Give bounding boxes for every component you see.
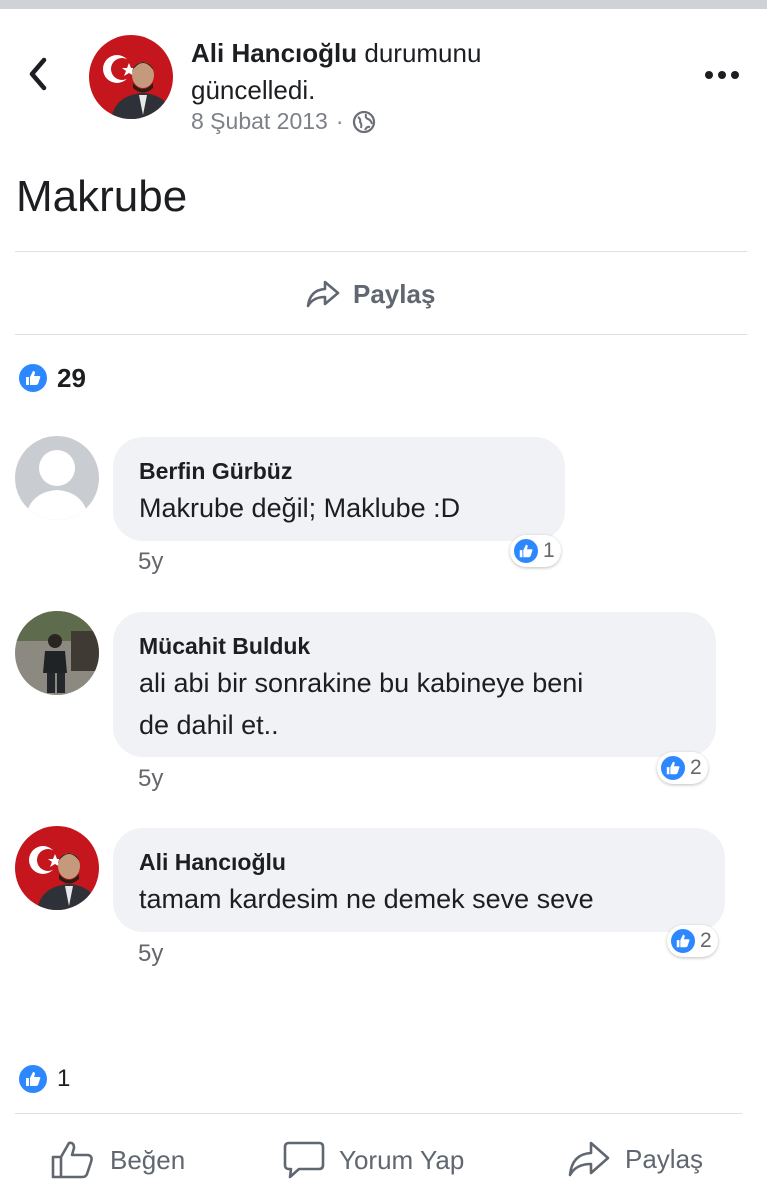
comment-reaction-count: 1 (543, 539, 555, 562)
action-bar: Beğen Yorum Yap Paylaş (0, 1130, 767, 1194)
globe-icon (352, 110, 375, 133)
share-arrow-icon (306, 280, 340, 308)
divider (15, 334, 747, 335)
commenter-avatar[interactable] (15, 826, 99, 910)
divider (15, 251, 747, 252)
post-like-summary[interactable]: 29 (17, 362, 86, 394)
comment-label: Yorum Yap (339, 1144, 465, 1175)
comment-reactions[interactable]: 1 (510, 535, 561, 567)
like-thumb-icon (17, 362, 49, 394)
post-share-label: Paylaş (353, 278, 436, 309)
back-button[interactable] (20, 52, 56, 96)
like-button[interactable]: Beğen (50, 1140, 185, 1180)
like-thumb-icon (51, 1141, 93, 1179)
post-like-count: 29 (57, 362, 86, 393)
share-arrow-icon (568, 1141, 610, 1177)
comment-reaction-count: 2 (690, 756, 702, 779)
comment-time[interactable]: 5y (138, 940, 163, 968)
like-label: Beğen (110, 1144, 186, 1175)
share-button[interactable]: Paylaş (567, 1140, 703, 1178)
divider (15, 1113, 742, 1114)
comment-button[interactable]: Yorum Yap (283, 1140, 464, 1180)
meta-separator: · (335, 108, 344, 134)
like-thumb-icon (512, 537, 540, 565)
comment-author[interactable]: Mücahit Bulduk (139, 630, 690, 662)
share-label: Paylaş (625, 1143, 704, 1174)
like-thumb-icon (659, 754, 687, 782)
more-dots-icon (705, 71, 739, 79)
footer-like-summary[interactable]: 1 (17, 1063, 70, 1095)
post-share-button[interactable]: Paylaş (305, 272, 435, 316)
footer-like-count: 1 (57, 1065, 71, 1092)
status-bar-strip (0, 0, 767, 9)
comment-time[interactable]: 5y (138, 548, 163, 576)
author-avatar[interactable] (89, 35, 173, 119)
comment-author[interactable]: Berfin Gürbüz (139, 455, 539, 487)
more-options-button[interactable] (700, 62, 744, 88)
comment-reaction-count: 2 (700, 929, 712, 952)
author-name[interactable]: Ali Hancıoğlu (191, 38, 357, 68)
comment-bubble: Ali Hancıoğlu tamam kardesim ne demek se… (113, 828, 725, 932)
post-text: Makrube (16, 172, 188, 221)
comment-reactions[interactable]: 2 (657, 752, 708, 784)
comment-bubble: Berfin Gürbüz Makrube değil; Maklube :D (113, 437, 565, 541)
comment-time[interactable]: 5y (138, 765, 163, 793)
back-chevron-icon (29, 57, 47, 91)
post-date[interactable]: 8 Şubat 2013 (191, 108, 328, 135)
like-thumb-icon (17, 1063, 49, 1095)
comment-bubble: Mücahit Bulduk ali abi bir sonrakine bu … (113, 612, 716, 757)
comment-text: Makrube değil; Maklube :D (139, 493, 461, 523)
comment-author[interactable]: Ali Hancıoğlu (139, 846, 699, 878)
commenter-avatar[interactable] (15, 611, 99, 695)
comment-reactions[interactable]: 2 (667, 925, 718, 957)
comment-text-line: ali abi bir sonrakine bu kabineye beni (139, 668, 584, 698)
comment-text-line: de dahil et.. (139, 710, 279, 740)
post-meta: 8 Şubat 2013 · (191, 108, 376, 135)
comment-bubble-icon (283, 1141, 325, 1179)
commenter-avatar[interactable] (15, 436, 99, 520)
like-thumb-icon (669, 927, 697, 955)
post-header: Ali Hancıoğlu durumunu güncelledi. (191, 35, 611, 109)
comment-text: tamam kardesim ne demek seve seve (139, 884, 594, 914)
